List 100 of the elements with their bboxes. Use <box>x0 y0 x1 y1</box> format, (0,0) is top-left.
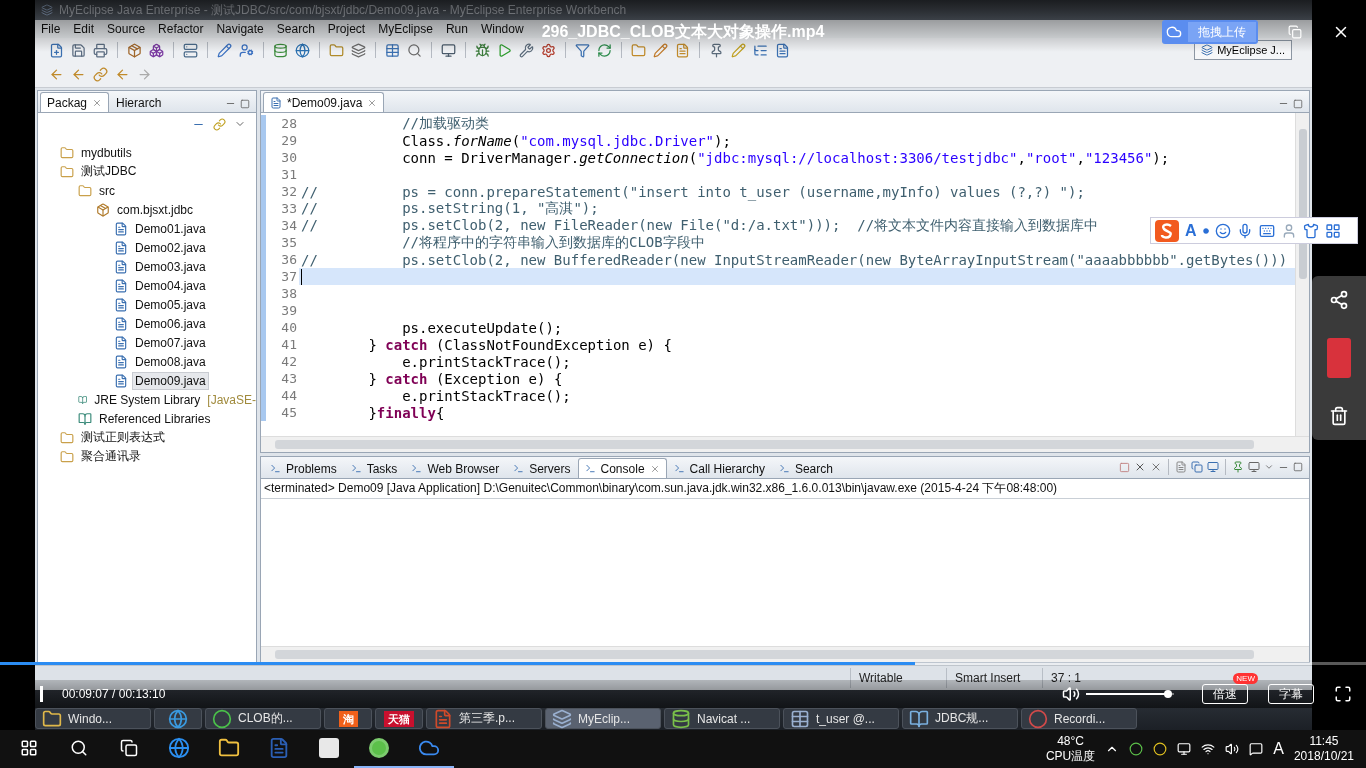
tree-item[interactable]: Demo08.java <box>132 352 209 371</box>
copy-icon[interactable] <box>1191 461 1203 473</box>
monitor-icon[interactable] <box>1177 742 1192 756</box>
tree-item[interactable]: Demo01.java <box>132 219 209 238</box>
tree-item[interactable]: 聚合通讯录 <box>78 446 144 467</box>
taskbar-button[interactable]: CLOB的... <box>205 708 321 729</box>
tree-item[interactable]: Demo06.java <box>132 314 209 333</box>
clock-time[interactable]: 11:45 <box>1309 734 1339 749</box>
view-tab[interactable]: Problems <box>263 458 344 478</box>
wrench-icon[interactable] <box>519 42 534 58</box>
new-file-icon[interactable] <box>49 42 64 58</box>
task-view-icon[interactable] <box>120 739 138 757</box>
tree-item[interactable]: 测试JDBC <box>78 161 140 182</box>
settings-icon[interactable] <box>541 42 556 58</box>
circle-icon[interactable] <box>1129 742 1144 756</box>
subtitle-button[interactable]: 字幕 <box>1268 684 1314 705</box>
view-tab[interactable]: Console <box>577 458 667 478</box>
document-icon[interactable] <box>268 737 290 759</box>
volume-icon[interactable] <box>1225 742 1240 756</box>
menu-item[interactable]: File <box>41 22 61 36</box>
view-tab[interactable]: Tasks <box>343 458 405 478</box>
user-gear-icon[interactable] <box>239 42 254 58</box>
tree-item[interactable]: 测试正则表达式 <box>78 427 168 448</box>
view-tab[interactable]: Search <box>771 458 840 478</box>
circle-icon[interactable] <box>1153 742 1168 756</box>
pencil-icon[interactable] <box>653 42 668 58</box>
link-icon[interactable] <box>93 67 108 83</box>
dropdown-icon[interactable] <box>1264 462 1274 472</box>
tree-item[interactable]: Referenced Libraries <box>96 409 214 428</box>
speed-button[interactable]: 倍速 <box>1202 684 1248 705</box>
menu-item[interactable]: Navigate <box>216 22 264 36</box>
fullscreen-icon[interactable] <box>1334 685 1352 703</box>
tree-item[interactable]: Demo02.java <box>132 238 209 257</box>
taskbar-button[interactable]: 第三季.p... <box>426 708 542 729</box>
menu-item[interactable]: Project <box>327 22 366 36</box>
taskbar-button[interactable]: Windo... <box>35 708 151 729</box>
scrollbar[interactable] <box>1295 113 1309 436</box>
taskbar-button[interactable]: MyEclip... <box>545 708 661 729</box>
back-icon[interactable] <box>115 67 130 83</box>
start-icon[interactable] <box>20 739 38 757</box>
input-method-indicator[interactable]: A <box>1273 740 1284 758</box>
pencil-icon[interactable] <box>217 42 232 58</box>
taskbar-button[interactable]: JDBC规... <box>902 708 1018 729</box>
scrollbar[interactable] <box>261 646 1309 662</box>
table-icon[interactable] <box>385 42 400 58</box>
link-icon[interactable] <box>213 117 226 131</box>
tree-item[interactable]: JRE System Library <box>91 390 204 409</box>
taskbar-button[interactable]: t_user @... <box>783 708 899 729</box>
refresh-icon[interactable] <box>597 42 612 58</box>
view-tab[interactable]: Web Browser <box>404 458 507 478</box>
maximize-icon[interactable] <box>240 98 250 109</box>
volume-icon[interactable] <box>1062 685 1080 703</box>
taskbar-button[interactable]: Navicat ... <box>664 708 780 729</box>
view-tab[interactable]: Servers <box>506 458 578 478</box>
view-tab[interactable]: Hierarch <box>109 92 169 112</box>
view-tab[interactable]: Packag <box>40 92 110 112</box>
maximize-icon[interactable] <box>1293 462 1303 472</box>
tree-item[interactable]: Demo05.java <box>132 295 209 314</box>
tree-item[interactable]: Demo04.java <box>132 276 209 295</box>
tree-item[interactable]: Demo03.java <box>132 257 209 276</box>
monitor-icon[interactable] <box>441 42 456 58</box>
maximize-icon[interactable] <box>1293 98 1303 109</box>
outline-icon[interactable] <box>753 42 768 58</box>
smile-icon[interactable] <box>1214 222 1231 239</box>
menu-item[interactable]: Run <box>445 22 468 36</box>
editor-tab[interactable]: *Demo09.java <box>263 92 385 112</box>
folder-icon[interactable] <box>218 737 240 759</box>
menu-item[interactable]: Refactor <box>158 22 204 36</box>
taskbar-button[interactable]: Recordi... <box>1021 708 1137 729</box>
bug-icon[interactable] <box>475 42 490 58</box>
database-icon[interactable] <box>273 42 288 58</box>
menu-item[interactable]: Source <box>107 22 146 36</box>
keyboard-icon[interactable] <box>1258 222 1275 239</box>
back-icon[interactable] <box>49 67 64 83</box>
tree-item[interactable]: com.bjsxt.jdbc <box>114 200 197 219</box>
print-icon[interactable] <box>93 42 108 58</box>
package-icon[interactable] <box>127 42 142 58</box>
progress-track[interactable] <box>0 662 1366 665</box>
ime-mode[interactable]: A <box>1185 221 1197 240</box>
taskbar-button[interactable] <box>154 708 202 729</box>
search-icon[interactable] <box>70 739 88 757</box>
layers-icon[interactable] <box>351 42 366 58</box>
server-icon[interactable] <box>183 42 198 58</box>
share-icon[interactable] <box>1329 290 1349 310</box>
pin-icon[interactable] <box>709 42 724 58</box>
delete-icon[interactable] <box>1329 406 1349 426</box>
run-icon[interactable] <box>497 42 512 58</box>
shirt-icon[interactable] <box>1302 222 1319 239</box>
menu-item[interactable]: Search <box>276 22 315 36</box>
notification-icon[interactable] <box>1249 742 1264 756</box>
save-icon[interactable] <box>71 42 86 58</box>
tree-item[interactable]: Demo07.java <box>132 333 209 352</box>
menu-item[interactable]: Window <box>480 22 524 36</box>
view-tab[interactable]: Call Hierarchy <box>666 458 772 478</box>
pin-icon[interactable] <box>1232 461 1244 473</box>
boxes-icon[interactable] <box>149 42 164 58</box>
tree-item[interactable]: Demo09.java <box>132 371 209 390</box>
wifi-icon[interactable] <box>1201 742 1216 756</box>
document-icon[interactable] <box>675 42 690 58</box>
menu-item[interactable]: MyEclipse <box>378 22 433 36</box>
